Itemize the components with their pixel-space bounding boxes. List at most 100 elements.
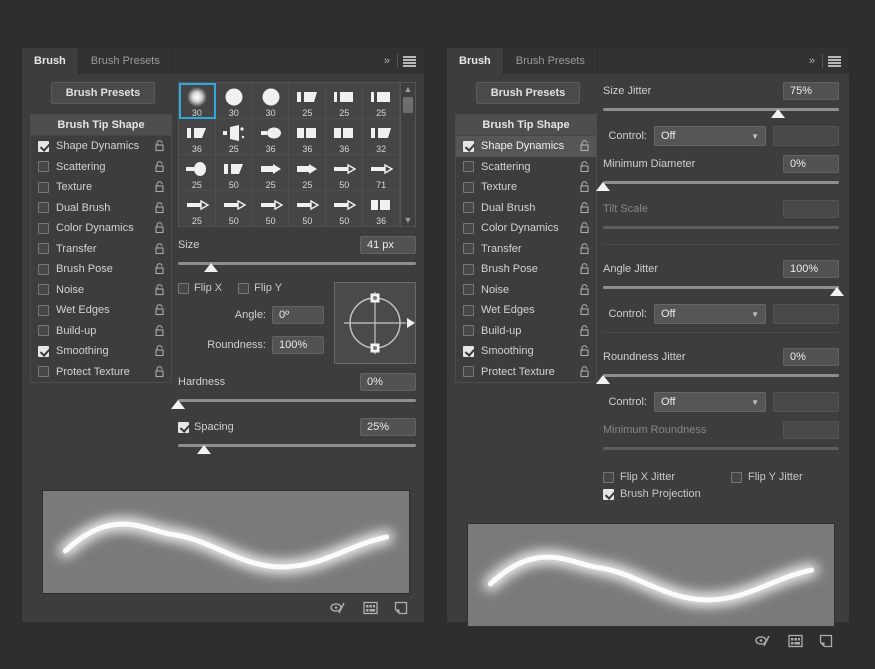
option-checkbox[interactable] <box>38 182 49 193</box>
size-slider[interactable] <box>178 259 416 272</box>
option-checkbox[interactable] <box>38 264 49 275</box>
hamburger-menu-icon[interactable] <box>403 56 416 67</box>
create-new-preset-icon-right[interactable] <box>788 634 803 648</box>
size-slider-thumb[interactable] <box>204 263 218 272</box>
toggle-brush-settings-icon[interactable] <box>330 601 347 615</box>
brush-preset-cell[interactable]: 25 <box>363 83 400 119</box>
hardness-slider-thumb[interactable] <box>171 400 185 409</box>
lock-icon[interactable] <box>579 243 590 255</box>
lock-icon[interactable] <box>579 161 590 173</box>
option-row-scattering[interactable]: Scattering <box>31 157 171 178</box>
option-row-dual-brush[interactable]: Dual Brush <box>31 198 171 219</box>
size-jitter-thumb[interactable] <box>771 109 785 118</box>
option-row-transfer[interactable]: Transfer <box>456 239 596 260</box>
option-row-color-dynamics[interactable]: Color Dynamics <box>31 218 171 239</box>
brush-preset-cell[interactable]: 50 <box>289 191 326 227</box>
brush-preset-cell[interactable]: 50 <box>216 155 253 191</box>
angle-input[interactable]: 0º <box>272 306 324 324</box>
size-jitter-input[interactable]: 75% <box>783 82 839 100</box>
option-checkbox[interactable] <box>38 202 49 213</box>
spacing-slider[interactable] <box>178 441 416 454</box>
brush-presets-button[interactable]: Brush Presets <box>51 82 156 104</box>
option-row-brush-pose[interactable]: Brush Pose <box>31 259 171 280</box>
tab-brush-presets[interactable]: Brush Presets <box>79 48 173 74</box>
option-row-wet-edges[interactable]: Wet Edges <box>31 300 171 321</box>
collapse-panel-icon-right[interactable]: » <box>806 55 817 67</box>
flip-x-jitter-checkbox[interactable] <box>603 472 614 483</box>
option-row-wet-edges[interactable]: Wet Edges <box>456 300 596 321</box>
brush-preset-cell[interactable]: 50 <box>326 191 363 227</box>
option-checkbox[interactable] <box>38 325 49 336</box>
option-row-color-dynamics[interactable]: Color Dynamics <box>456 218 596 239</box>
lock-icon[interactable] <box>579 366 590 378</box>
option-checkbox[interactable] <box>463 161 474 172</box>
option-row-protect-texture[interactable]: Protect Texture <box>31 362 171 383</box>
angle-control-extra-field[interactable] <box>773 304 839 324</box>
lock-icon[interactable] <box>154 202 165 214</box>
option-row-build-up[interactable]: Build-up <box>31 321 171 342</box>
lock-icon[interactable] <box>154 284 165 296</box>
option-row-noise[interactable]: Noise <box>456 280 596 301</box>
option-checkbox[interactable] <box>463 305 474 316</box>
option-checkbox[interactable] <box>38 161 49 172</box>
brush-preset-cell[interactable]: 36 <box>253 119 290 155</box>
size-control-extra-field[interactable] <box>773 126 839 146</box>
brush-preset-cell[interactable]: 30 <box>179 83 216 119</box>
brush-tip-shape-header[interactable]: Brush Tip Shape <box>31 115 171 136</box>
new-brush-icon-right[interactable] <box>819 634 833 648</box>
size-jitter-slider[interactable] <box>603 105 839 118</box>
brush-preset-cell[interactable]: 36 <box>289 119 326 155</box>
brush-preset-cell[interactable]: 25 <box>289 83 326 119</box>
hamburger-menu-icon-right[interactable] <box>828 56 841 67</box>
angle-jitter-thumb[interactable] <box>830 287 844 296</box>
option-checkbox[interactable] <box>38 305 49 316</box>
lock-icon[interactable] <box>579 263 590 275</box>
lock-icon[interactable] <box>154 222 165 234</box>
option-row-dual-brush[interactable]: Dual Brush <box>456 198 596 219</box>
option-checkbox[interactable] <box>38 243 49 254</box>
lock-icon[interactable] <box>579 304 590 316</box>
brush-preset-grid[interactable]: 3030302525253625363636322550252550712550… <box>179 83 400 226</box>
roundness-control-select[interactable]: Off ▼ <box>654 392 766 412</box>
lock-icon[interactable] <box>579 345 590 357</box>
brush-preset-cell[interactable]: 25 <box>216 119 253 155</box>
brush-preset-cell[interactable]: 36 <box>363 191 400 227</box>
brush-preset-cell[interactable]: 50 <box>326 155 363 191</box>
lock-icon[interactable] <box>154 181 165 193</box>
lock-icon[interactable] <box>154 161 165 173</box>
hardness-slider[interactable] <box>178 396 416 409</box>
tab-brush-right[interactable]: Brush <box>447 48 504 74</box>
lock-icon[interactable] <box>154 140 165 152</box>
size-input[interactable]: 41 px <box>360 236 416 254</box>
brush-preset-cell[interactable]: 25 <box>289 155 326 191</box>
option-row-scattering[interactable]: Scattering <box>456 157 596 178</box>
scroll-up-icon[interactable]: ▲ <box>404 83 413 95</box>
option-row-protect-texture[interactable]: Protect Texture <box>456 362 596 383</box>
toggle-brush-settings-icon-right[interactable] <box>755 634 772 648</box>
option-checkbox[interactable] <box>463 141 474 152</box>
option-checkbox[interactable] <box>38 366 49 377</box>
minimum-diameter-thumb[interactable] <box>596 182 610 191</box>
option-checkbox[interactable] <box>463 202 474 213</box>
lock-icon[interactable] <box>579 325 590 337</box>
brush-preset-cell[interactable]: 30 <box>253 83 290 119</box>
lock-icon[interactable] <box>154 345 165 357</box>
flip-x-jitter-option[interactable]: Flip X Jitter <box>603 471 675 483</box>
lock-icon[interactable] <box>579 222 590 234</box>
spacing-input[interactable]: 25% <box>360 418 416 436</box>
option-checkbox[interactable] <box>463 243 474 254</box>
roundness-input[interactable]: 100% <box>272 336 324 354</box>
brush-preset-cell[interactable]: 25 <box>179 191 216 227</box>
option-row-noise[interactable]: Noise <box>31 280 171 301</box>
scroll-down-icon[interactable]: ▼ <box>404 214 413 226</box>
minimum-diameter-input[interactable]: 0% <box>783 155 839 173</box>
lock-icon[interactable] <box>154 243 165 255</box>
option-row-build-up[interactable]: Build-up <box>456 321 596 342</box>
brush-preset-cell[interactable]: 50 <box>253 191 290 227</box>
roundness-jitter-input[interactable]: 0% <box>783 348 839 366</box>
brush-projection-option[interactable]: Brush Projection <box>603 488 701 500</box>
create-new-preset-icon[interactable] <box>363 601 378 615</box>
flip-y-jitter-checkbox[interactable] <box>731 472 742 483</box>
size-control-select[interactable]: Off ▼ <box>654 126 766 146</box>
option-row-brush-pose[interactable]: Brush Pose <box>456 259 596 280</box>
